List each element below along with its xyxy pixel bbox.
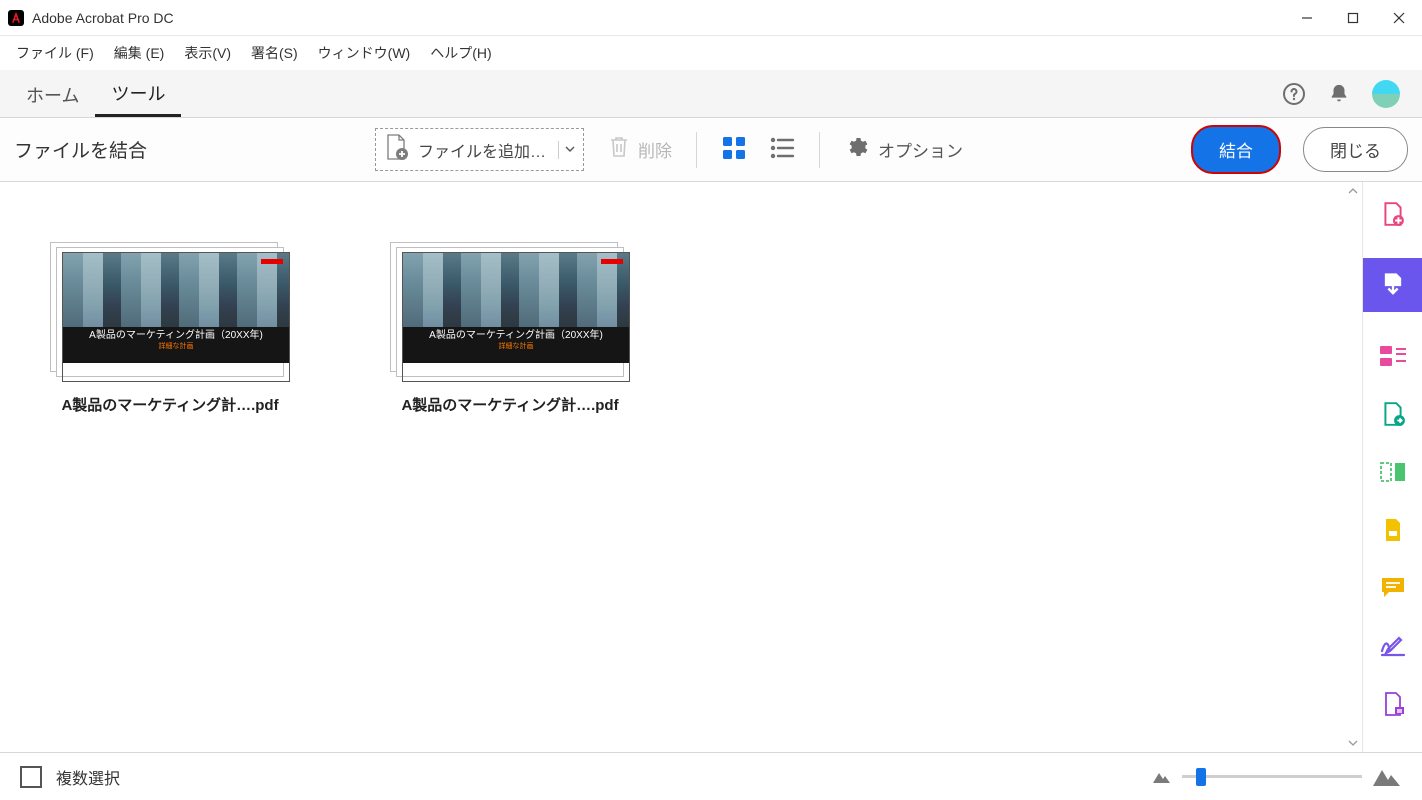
list-view-icon[interactable] — [769, 135, 795, 164]
file-thumbnail[interactable]: A製品のマーケティング計画（20XX年) 詳細な計画 A製品のマーケティング計…… — [380, 242, 640, 415]
toolbar-title: ファイルを結合 — [14, 136, 147, 163]
footer: 複数選択 — [0, 752, 1422, 800]
file-name: A製品のマーケティング計….pdf — [380, 394, 640, 415]
mountain-small-icon — [1152, 770, 1172, 784]
options-label: オプション — [878, 137, 963, 162]
comment-tool-icon[interactable] — [1379, 574, 1407, 602]
app-tabs: ホーム ツール — [0, 70, 1422, 118]
page-stack-preview: A製品のマーケティング計画（20XX年) 詳細な計画 — [50, 242, 290, 382]
preview-title: A製品のマーケティング計画（20XX年) — [71, 329, 281, 342]
thumbnail-size-slider[interactable] — [1152, 767, 1402, 787]
acrobat-app-icon — [8, 10, 24, 26]
options-button[interactable]: オプション — [844, 135, 963, 164]
thumbnail-view-icon[interactable] — [721, 135, 747, 164]
chevron-down-icon[interactable] — [558, 141, 575, 159]
main-area: A製品のマーケティング計画（20XX年) 詳細な計画 A製品のマーケティング計…… — [0, 182, 1422, 752]
window-minimize-button[interactable] — [1284, 0, 1330, 36]
multiselect-checkbox[interactable] — [20, 766, 42, 788]
delete-label: 削除 — [638, 137, 672, 162]
help-icon[interactable] — [1282, 82, 1306, 106]
file-name: A製品のマーケティング計….pdf — [40, 394, 300, 415]
menu-view[interactable]: 表示(V) — [174, 39, 241, 67]
fill-sign-tool-icon[interactable] — [1379, 632, 1407, 660]
page-add-icon — [384, 133, 408, 166]
slider-knob[interactable] — [1196, 768, 1206, 786]
export-pdf-tool-icon[interactable] — [1379, 400, 1407, 428]
window-maximize-button[interactable] — [1330, 0, 1376, 36]
menu-file[interactable]: ファイル (F) — [6, 39, 104, 67]
menu-sign[interactable]: 署名(S) — [241, 39, 308, 67]
add-files-button[interactable]: ファイルを追加… — [375, 128, 584, 171]
combine-button[interactable]: 結合 — [1191, 125, 1281, 174]
titlebar: Adobe Acrobat Pro DC — [0, 0, 1422, 36]
create-pdf-tool-icon[interactable] — [1379, 200, 1407, 228]
menubar: ファイル (F) 編集 (E) 表示(V) 署名(S) ウィンドウ(W) ヘルプ… — [0, 36, 1422, 70]
right-tool-panel — [1362, 182, 1422, 752]
menu-help[interactable]: ヘルプ(H) — [420, 39, 501, 67]
file-thumbnail[interactable]: A製品のマーケティング計画（20XX年) 詳細な計画 A製品のマーケティング計…… — [40, 242, 300, 415]
delete-button[interactable]: 削除 — [608, 134, 672, 165]
trash-icon — [608, 134, 630, 165]
tab-home[interactable]: ホーム — [10, 72, 95, 116]
bell-icon[interactable] — [1328, 83, 1350, 105]
more-tools-icon[interactable] — [1379, 690, 1407, 718]
edit-pdf-tool-icon[interactable] — [1379, 342, 1407, 370]
gear-icon — [844, 135, 868, 164]
mountain-large-icon — [1372, 767, 1402, 787]
add-files-label: ファイルを追加… — [418, 138, 546, 162]
menu-window[interactable]: ウィンドウ(W) — [308, 39, 421, 67]
separator — [819, 132, 820, 168]
app-title: Adobe Acrobat Pro DC — [32, 10, 174, 26]
preview-title: A製品のマーケティング計画（20XX年) — [411, 329, 621, 342]
combine-files-tool-icon[interactable] — [1363, 258, 1422, 312]
scrollbar[interactable] — [1344, 182, 1362, 752]
page-stack-preview: A製品のマーケティング計画（20XX年) 詳細な計画 — [390, 242, 630, 382]
separator — [696, 132, 697, 168]
file-thumbnail-area[interactable]: A製品のマーケティング計画（20XX年) 詳細な計画 A製品のマーケティング計…… — [0, 182, 1362, 752]
window-close-button[interactable] — [1376, 0, 1422, 36]
organize-pages-tool-icon[interactable] — [1379, 458, 1407, 486]
menu-edit[interactable]: 編集 (E) — [104, 39, 175, 67]
tab-tools[interactable]: ツール — [95, 70, 181, 117]
avatar[interactable] — [1372, 80, 1400, 108]
combine-toolbar: ファイルを結合 ファイルを追加… 削除 — [0, 118, 1422, 182]
slider-track[interactable] — [1182, 775, 1362, 778]
preview-sub: 詳細な計画 — [411, 342, 621, 351]
close-button[interactable]: 閉じる — [1303, 127, 1408, 172]
redact-tool-icon[interactable] — [1379, 516, 1407, 544]
preview-sub: 詳細な計画 — [71, 342, 281, 351]
multiselect-label: 複数選択 — [56, 765, 120, 789]
